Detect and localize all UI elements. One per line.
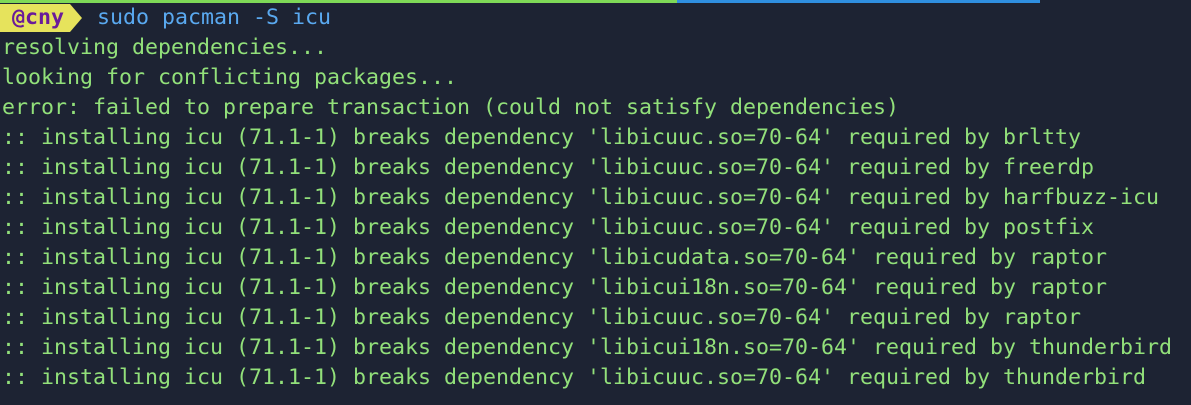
output-line: looking for conflicting packages... [2, 65, 458, 90]
user-badge-label: @cny [12, 5, 65, 30]
output-line: error: failed to prepare transaction (co… [2, 95, 900, 120]
output-line: :: installing icu (71.1-1) breaks depend… [2, 215, 1095, 240]
output-line: :: installing icu (71.1-1) breaks depend… [2, 125, 1082, 150]
command-text[interactable]: sudo pacman -S icu [97, 4, 331, 32]
prompt-arrow-icon [70, 4, 83, 32]
command-output: resolving dependencies... looking for co… [2, 33, 1172, 393]
output-line: :: installing icu (71.1-1) breaks depend… [2, 185, 1160, 210]
output-line: :: installing icu (71.1-1) breaks depend… [2, 365, 1147, 390]
output-line: resolving dependencies... [2, 35, 328, 60]
user-badge: @cny [0, 4, 71, 32]
prompt-line: @cny sudo pacman -S icu [0, 4, 1191, 32]
output-line: :: installing icu (71.1-1) breaks depend… [2, 155, 1095, 180]
terminal-top-progress-bar [0, 0, 1191, 3]
output-line: :: installing icu (71.1-1) breaks depend… [2, 305, 1082, 330]
terminal-window[interactable]: @cny sudo pacman -S icu resolving depend… [0, 0, 1191, 405]
topbar-left-segment [0, 0, 677, 3]
topbar-right-segment [677, 0, 1040, 3]
output-line: :: installing icu (71.1-1) breaks depend… [2, 275, 1108, 300]
output-line: :: installing icu (71.1-1) breaks depend… [2, 335, 1173, 360]
output-line: :: installing icu (71.1-1) breaks depend… [2, 245, 1108, 270]
